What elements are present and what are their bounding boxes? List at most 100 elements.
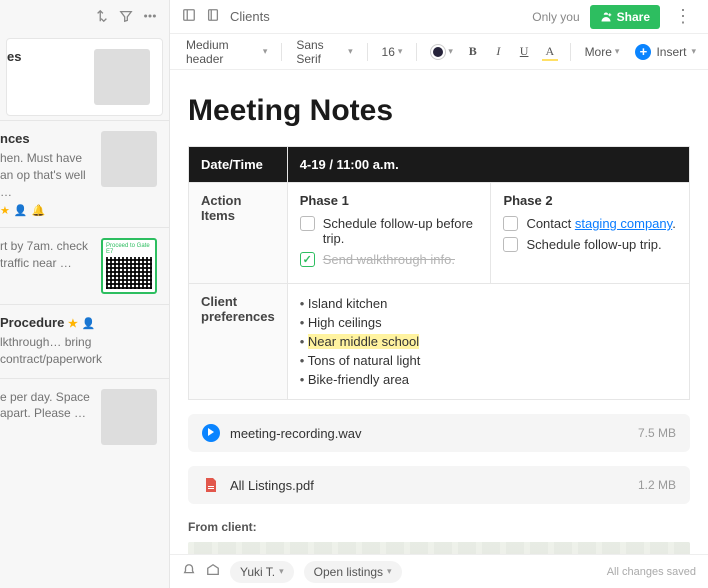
checkbox[interactable] xyxy=(300,216,315,231)
notebook-name[interactable]: Clients xyxy=(230,9,270,24)
task-label: Contact staging company. xyxy=(526,216,675,231)
font-select[interactable]: Sans Serif▾ xyxy=(292,36,356,68)
pref-item[interactable]: Island kitchen xyxy=(300,294,677,313)
note-thumbnail xyxy=(94,49,150,105)
note-thumbnail xyxy=(101,131,157,187)
attachment[interactable]: meeting-recording.wav 7.5 MB xyxy=(188,414,690,452)
th-datetime: Date/Time xyxy=(189,147,288,183)
note-title: Procedure ★ 👤 xyxy=(0,315,157,330)
note-card[interactable]: es xyxy=(6,38,163,116)
checkbox[interactable] xyxy=(503,237,518,252)
italic-button[interactable]: I xyxy=(489,41,509,63)
share-button[interactable]: Share xyxy=(590,5,660,29)
size-select[interactable]: 16▾ xyxy=(378,43,407,61)
doc-title[interactable]: Meeting Notes xyxy=(188,94,690,128)
pref-item[interactable]: Near middle school xyxy=(300,332,677,351)
task-label: Send walkthrough info. xyxy=(323,252,455,267)
attachment-size: 1.2 MB xyxy=(638,478,676,492)
note-list-sidebar: es nces hen. Must have an op that's well… xyxy=(0,0,170,588)
bottombar: Yuki T.▾ Open listings▾ All changes save… xyxy=(170,554,708,588)
note-badges: ★ 👤 🔔 xyxy=(0,204,93,217)
prefs-cell[interactable]: Island kitchen High ceilings Near middle… xyxy=(287,284,689,400)
play-icon[interactable] xyxy=(202,424,220,442)
color-select[interactable]: ▾ xyxy=(427,43,457,61)
pdf-icon xyxy=(202,476,220,494)
document-body[interactable]: Meeting Notes Date/Time 4-19 / 11:00 a.m… xyxy=(170,70,708,554)
note-thumbnail xyxy=(101,389,157,445)
pref-item[interactable]: Tons of natural light xyxy=(300,351,677,370)
note-card[interactable]: nces hen. Must have an op that's well … … xyxy=(0,120,169,227)
attachment[interactable]: All Listings.pdf 1.2 MB xyxy=(188,466,690,504)
side-tools xyxy=(0,0,169,34)
notebook-icon[interactable] xyxy=(206,8,220,25)
task-row[interactable]: Schedule follow-up trip. xyxy=(503,237,677,252)
note-card[interactable]: rt by 7am. check traffic near … Proceed … xyxy=(0,227,169,304)
note-list: es nces hen. Must have an op that's well… xyxy=(0,34,169,588)
prefs-list: Island kitchen High ceilings Near middle… xyxy=(300,294,677,389)
filter-icon[interactable] xyxy=(119,9,133,26)
note-excerpt: rt by 7am. check traffic near … xyxy=(0,238,93,272)
highlight-button[interactable]: A xyxy=(540,41,560,63)
tag-add-icon[interactable] xyxy=(206,563,220,580)
author-pill[interactable]: Yuki T.▾ xyxy=(230,561,294,583)
pref-item[interactable]: Bike-friendly area xyxy=(300,370,677,389)
note-card[interactable]: Procedure ★ 👤 lkthrough… bring contract/… xyxy=(0,304,169,378)
task-row[interactable]: Send walkthrough info. xyxy=(300,252,479,267)
meeting-table: Date/Time 4-19 / 11:00 a.m. Action Items… xyxy=(188,146,690,400)
attachment-name: All Listings.pdf xyxy=(230,478,628,493)
bold-button[interactable]: B xyxy=(463,41,483,63)
star-icon: ★ xyxy=(68,318,78,330)
underline-button[interactable]: U xyxy=(514,41,534,63)
ticket-label: Proceed to Gate E7 xyxy=(106,243,152,255)
heading-select[interactable]: Medium header▾ xyxy=(182,36,271,68)
task-row[interactable]: Schedule follow-up before trip. xyxy=(300,216,479,246)
staging-link[interactable]: staging company xyxy=(575,216,672,231)
save-status: All changes saved xyxy=(607,566,696,578)
task-label: Schedule follow-up trip. xyxy=(526,237,661,252)
more-icon[interactable] xyxy=(143,9,157,26)
shared-icon: 👤 xyxy=(81,318,95,330)
share-label: Share xyxy=(617,10,650,24)
pref-item[interactable]: High ceilings xyxy=(300,313,677,332)
phase1-title: Phase 1 xyxy=(300,193,479,208)
row-label-prefs: Client preferences xyxy=(189,284,288,400)
from-client-label: From client: xyxy=(188,520,690,534)
task-row[interactable]: Contact staging company. xyxy=(503,216,677,231)
main-panel: Clients Only you Share ⋮ Medium header▾ … xyxy=(170,0,708,588)
task-label: Schedule follow-up before trip. xyxy=(323,216,479,246)
insert-button[interactable]: + Insert▾ xyxy=(635,44,696,60)
attachment-name: meeting-recording.wav xyxy=(230,426,628,441)
highlighted-text: Near middle school xyxy=(308,334,419,349)
note-excerpt: e per day. Space apart. Please … xyxy=(0,389,93,423)
sort-icon[interactable] xyxy=(95,9,109,26)
phase2-title: Phase 2 xyxy=(503,193,677,208)
star-icon: ★ xyxy=(0,204,10,217)
note-thumbnail: Proceed to Gate E7 xyxy=(101,238,157,294)
note-card[interactable]: e per day. Space apart. Please … xyxy=(0,378,169,455)
note-title: es xyxy=(7,49,86,64)
row-label-action: Action Items xyxy=(189,183,288,284)
format-toolbar: Medium header▾ Sans Serif▾ 16▾ ▾ B I U A… xyxy=(170,34,708,70)
topbar: Clients Only you Share ⋮ xyxy=(170,0,708,34)
note-excerpt: lkthrough… bring contract/paperwork xyxy=(0,334,157,368)
more-format-select[interactable]: More▾ xyxy=(581,43,624,61)
reminder-icon: 🔔 xyxy=(32,204,46,217)
color-swatch-icon xyxy=(431,45,445,59)
phase1-cell[interactable]: Phase 1 Schedule follow-up before trip. … xyxy=(287,183,491,284)
qr-code xyxy=(106,257,152,289)
attachment-size: 7.5 MB xyxy=(638,426,676,440)
plus-icon: + xyxy=(635,44,651,60)
note-title: nces xyxy=(0,131,93,146)
expand-icon[interactable] xyxy=(182,8,196,25)
note-excerpt: hen. Must have an op that's well … xyxy=(0,150,93,198)
kebab-menu-icon[interactable]: ⋮ xyxy=(670,6,696,27)
checkbox[interactable] xyxy=(503,216,518,231)
phase2-cell[interactable]: Phase 2 Contact staging company. Schedul… xyxy=(491,183,690,284)
reminder-icon[interactable] xyxy=(182,563,196,580)
tag-pill[interactable]: Open listings▾ xyxy=(304,561,402,583)
checkbox-checked[interactable] xyxy=(300,252,315,267)
client-photo[interactable] xyxy=(188,542,690,554)
th-datetime-value[interactable]: 4-19 / 11:00 a.m. xyxy=(287,147,689,183)
visibility-label: Only you xyxy=(532,10,579,24)
shared-icon: 👤 xyxy=(14,204,28,217)
